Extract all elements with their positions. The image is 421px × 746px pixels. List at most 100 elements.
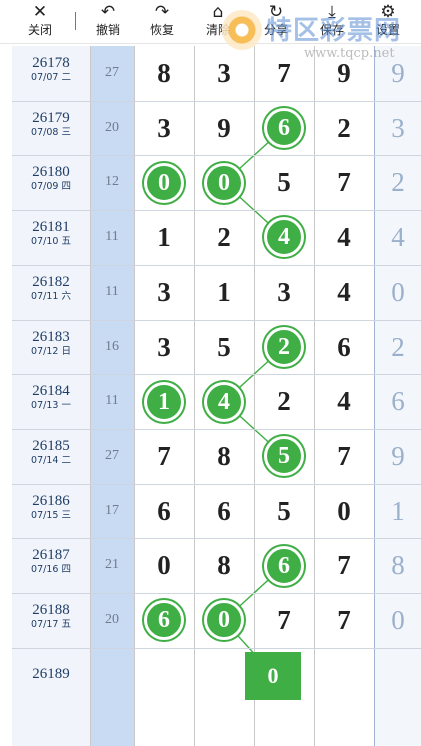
clear-button[interactable]: ⌂ 清除 <box>198 2 238 42</box>
digit-cell[interactable]: 5 <box>254 155 314 210</box>
issue-cell: 26183 07/12 日 <box>12 320 90 358</box>
hit-ball[interactable]: 6 <box>264 545 304 586</box>
digit-cell[interactable]: 2 <box>254 374 314 429</box>
share-button[interactable]: ↻ 分享 <box>256 2 296 42</box>
digit-cell[interactable]: 6 <box>134 484 194 539</box>
issue-cell: 26188 07/17 五 <box>12 593 90 631</box>
hit-ball[interactable]: 1 <box>144 381 184 422</box>
sum-cell: 21 <box>105 557 119 573</box>
close-button[interactable]: ✕ 关闭 <box>20 2 60 42</box>
digit-cell[interactable]: 4 <box>314 210 374 265</box>
sum-cell: 27 <box>105 65 119 80</box>
pending-issue-cell: 26189 <box>12 648 90 683</box>
issue-number: 26183 <box>32 328 70 345</box>
settings-button[interactable]: ⚙ 设置 <box>368 2 408 42</box>
redo-button[interactable]: ↷ 恢复 <box>142 2 182 42</box>
digit-cell[interactable]: 2 <box>314 101 374 156</box>
issue-cell: 26178 07/07 二 <box>12 46 90 84</box>
table-row: 26184 07/13 一 11 1 4 2 4 6 <box>12 374 421 429</box>
digit-cell[interactable]: 7 <box>254 46 314 101</box>
toolbar-divider <box>75 12 76 30</box>
digit-cell[interactable]: 4 <box>314 265 374 320</box>
table-row: 26182 07/11 六 11 3 1 3 4 0 <box>12 265 421 320</box>
sum-cell: 11 <box>105 229 119 245</box>
hit-ball[interactable]: 2 <box>264 326 304 367</box>
undo-button[interactable]: ↶ 撤销 <box>88 2 128 42</box>
pending-selected-cell[interactable]: 0 <box>245 651 301 700</box>
digit-cell[interactable]: 3 <box>194 46 254 101</box>
issue-number: 26181 <box>32 219 70 236</box>
digit-cell[interactable]: 9 <box>314 46 374 101</box>
download-icon: ⤓ <box>328 2 336 22</box>
digit-cell[interactable]: 8 <box>134 46 194 101</box>
table-row: 26179 07/08 三 20 3 9 6 2 3 <box>12 101 421 156</box>
issue-date: 07/15 三 <box>31 509 71 521</box>
trend-table: 26178 07/07 二 27 8 3 7 9 9 26179 07/08 三 20 3 9 6 2 3 26… <box>12 46 421 746</box>
issue-number: 26179 <box>32 109 70 126</box>
digit-cell[interactable]: 1 <box>194 265 254 320</box>
digit-cell[interactable]: 7 <box>254 593 314 648</box>
issue-date: 07/13 一 <box>31 400 71 412</box>
digit-cell[interactable]: 1 <box>134 210 194 265</box>
table-row: 26188 07/17 五 20 6 0 7 7 0 <box>12 593 421 648</box>
digit-cell[interactable]: 0 <box>134 538 194 593</box>
table-row: 26178 07/07 二 27 8 3 7 9 9 <box>12 46 421 101</box>
digit-cell[interactable]: 7 <box>314 155 374 210</box>
issue-cell: 26180 07/09 四 <box>12 155 90 193</box>
digit-cell[interactable]: 2 <box>194 210 254 265</box>
issue-number: 26182 <box>32 273 70 290</box>
save-label: 保存 <box>319 23 344 37</box>
digit-cell[interactable]: 8 <box>194 429 254 484</box>
hit-ball[interactable]: 4 <box>204 381 244 422</box>
digit-cell[interactable]: 6 <box>314 320 374 375</box>
hit-ball[interactable]: 6 <box>264 108 304 149</box>
digit-cell[interactable]: 5 <box>194 320 254 375</box>
issue-date: 07/16 四 <box>31 564 71 576</box>
table-row: 26187 07/16 四 21 0 8 6 7 8 <box>12 538 421 593</box>
digit-cell[interactable]: 7 <box>134 429 194 484</box>
undo-icon: ↶ <box>100 2 116 22</box>
hit-ball[interactable]: 5 <box>264 436 304 477</box>
digit-cell[interactable]: 3 <box>134 265 194 320</box>
digit-cell[interactable]: 5 <box>254 484 314 539</box>
clear-label: 清除 <box>205 23 230 37</box>
hit-ball[interactable]: 0 <box>204 600 244 641</box>
digit-cell[interactable]: 7 <box>314 538 374 593</box>
digit-cell[interactable]: 0 <box>314 484 374 539</box>
hit-ball[interactable]: 0 <box>204 162 244 203</box>
issue-cell: 26184 07/13 一 <box>12 374 90 412</box>
issue-number: 26187 <box>32 547 70 564</box>
share-label: 分享 <box>263 23 288 37</box>
digit-cell[interactable]: 8 <box>194 538 254 593</box>
sum-cell: 11 <box>105 393 119 409</box>
table-row: 26185 07/14 二 27 7 8 5 7 9 <box>12 429 421 484</box>
digit-cell[interactable]: 9 <box>194 101 254 156</box>
save-button[interactable]: ⤓ 保存 <box>312 2 352 42</box>
digit-cell[interactable]: 3 <box>254 265 314 320</box>
digit-cell[interactable]: 7 <box>314 593 374 648</box>
pending-issue-number: 26189 <box>32 665 70 682</box>
sum-cell: 17 <box>105 502 119 518</box>
digit-cell[interactable]: 3 <box>134 101 194 156</box>
hit-ball[interactable]: 6 <box>144 600 184 641</box>
digit-cell[interactable]: 3 <box>134 320 194 375</box>
issue-date: 07/08 三 <box>31 126 71 138</box>
table-row: 26186 07/15 三 17 6 6 5 0 1 <box>12 484 421 539</box>
issue-date: 07/14 二 <box>31 454 71 466</box>
tail-cell: 9 <box>391 440 405 471</box>
sum-cell: 20 <box>105 612 119 627</box>
sum-cell: 11 <box>105 283 119 299</box>
digit-cell[interactable]: 7 <box>314 429 374 484</box>
digit-cell[interactable]: 4 <box>314 374 374 429</box>
redo-label: 恢复 <box>149 23 174 37</box>
hit-ball[interactable]: 0 <box>144 162 184 203</box>
digit-cell[interactable]: 6 <box>194 484 254 539</box>
tail-cell: 0 <box>391 276 405 307</box>
issue-date: 07/12 日 <box>31 345 71 357</box>
undo-label: 撤销 <box>95 23 120 37</box>
table-row: 26183 07/12 日 16 3 5 2 6 2 <box>12 320 421 375</box>
issue-number: 26188 <box>32 602 70 618</box>
share-icon: ↻ <box>268 2 284 22</box>
issue-number: 26178 <box>32 55 70 71</box>
hit-ball[interactable]: 4 <box>264 217 304 258</box>
